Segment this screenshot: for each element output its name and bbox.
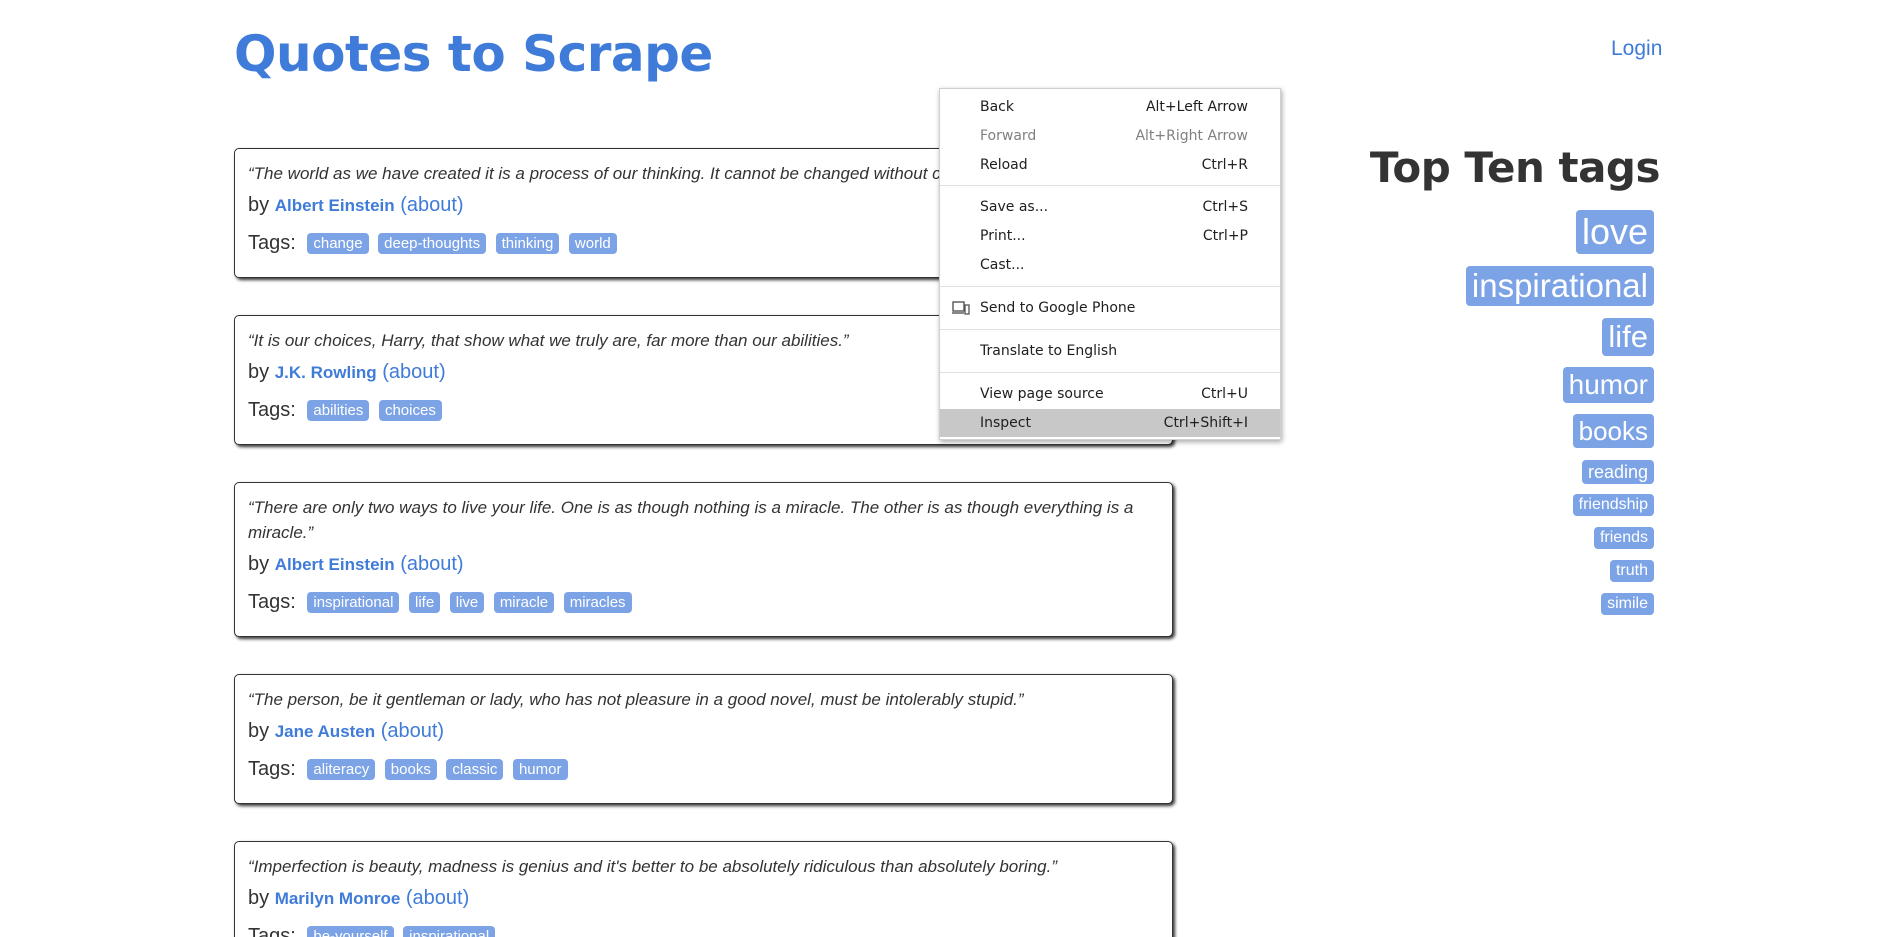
menu-item-shortcut: Ctrl+P [1202,228,1248,244]
tags-row: Tags: be-yourself inspirational [248,923,1159,937]
author-about-link[interactable]: (about) [382,361,445,383]
menu-item-shortcut: Ctrl+U [1201,386,1248,402]
tag-link[interactable]: world [568,233,617,254]
login-link[interactable]: Login [1611,37,1662,61]
tag-link[interactable]: life [408,592,441,613]
by-label: by [248,194,270,216]
tag-link[interactable]: inspirational [403,926,496,937]
top-tag-inspirational[interactable]: inspirational [1465,266,1654,306]
author-about-link[interactable]: (about) [381,720,444,742]
author-about-link[interactable]: (about) [406,887,469,909]
tags-label: Tags: [248,232,296,254]
menu-item-shortcut: Ctrl+Shift+I [1163,415,1248,431]
top-tag-life[interactable]: life [1602,318,1654,356]
tags-label: Tags: [248,758,296,780]
menu-item-shortcut: Ctrl+R [1201,157,1248,173]
menu-separator [940,329,1280,330]
tag-link[interactable]: miracles [563,592,632,613]
menu-item-label: Print... [980,228,1026,244]
menu-separator [940,185,1280,186]
tag-link[interactable]: live [449,592,485,613]
menu-item-label: Save as... [980,199,1049,215]
tags-row: Tags: inspirational life live miracle mi… [248,589,1159,615]
author-name: Albert Einstein [274,555,395,574]
menu-item-shortcut: Alt+Left Arrow [1145,99,1248,115]
top-tags-heading: Top Ten tags [1369,143,1661,192]
page: Quotes to Scrape Login “The world as we … [0,0,1896,937]
by-label: by [248,553,270,575]
by-label: by [248,720,270,742]
top-tag-friends[interactable]: friends [1593,527,1654,549]
author-about-link[interactable]: (about) [400,194,463,216]
menu-separator [940,372,1280,373]
menu-item-cast[interactable]: Cast... [940,251,1280,279]
author-name: J.K. Rowling [274,363,377,382]
menu-item-label: View page source [980,386,1104,402]
menu-item-forward[interactable]: Forward Alt+Right Arrow [940,122,1280,150]
quote-text: “There are only two ways to live your li… [248,498,1134,542]
quote-text: “The person, be it gentleman or lady, wh… [248,690,1024,709]
tags-label: Tags: [248,925,296,937]
menu-item-print[interactable]: Print... Ctrl+P [940,222,1280,250]
tags-row: Tags: aliteracy books classic humor [248,756,1159,782]
tag-link[interactable]: change [307,233,369,254]
menu-item-shortcut: Alt+Right Arrow [1135,128,1248,144]
tag-link[interactable]: be-yourself [307,926,394,937]
menu-item-translate[interactable]: Translate to English [940,337,1280,365]
top-tag-reading[interactable]: reading [1581,460,1654,484]
tag-link[interactable]: thinking [495,233,560,254]
tag-link[interactable]: classic [446,759,504,780]
tags-label: Tags: [248,591,296,613]
top-tag-truth[interactable]: truth [1609,560,1654,582]
menu-item-label: Back [980,99,1014,115]
tag-link[interactable]: books [384,759,437,780]
menu-item-view-source[interactable]: View page source Ctrl+U [940,380,1280,408]
author-name: Marilyn Monroe [274,889,401,908]
by-label: by [248,887,270,909]
tag-link[interactable]: aliteracy [307,759,376,780]
menu-separator [940,286,1280,287]
menu-item-shortcut: Ctrl+S [1202,199,1248,215]
author-about-link[interactable]: (about) [400,553,463,575]
menu-item-label: Forward [980,128,1037,144]
tag-link[interactable]: humor [512,759,568,780]
menu-item-save-as[interactable]: Save as... Ctrl+S [940,193,1280,221]
menu-item-inspect[interactable]: Inspect Ctrl+Shift+I [940,409,1280,437]
tag-link[interactable]: choices [378,400,442,421]
top-tag-love[interactable]: love [1575,210,1654,254]
menu-item-reload[interactable]: Reload Ctrl+R [940,151,1280,179]
menu-item-label: Send to Google Phone [980,300,1136,316]
tag-link[interactable]: abilities [307,400,370,421]
top-tag-friendship[interactable]: friendship [1572,494,1654,516]
quote-card: “There are only two ways to live your li… [234,482,1173,637]
menu-item-label: Inspect [980,415,1031,431]
top-tag-simile[interactable]: simile [1601,593,1654,615]
quote-byline: by Albert Einstein (about) [248,551,1159,578]
menu-item-label: Translate to English [980,343,1118,359]
quote-text: “Imperfection is beauty, madness is geni… [248,857,1057,876]
menu-item-label: Reload [980,157,1028,173]
menu-item-label: Cast... [980,257,1025,273]
quote-byline: by Jane Austen (about) [248,718,1159,745]
author-name: Jane Austen [274,722,376,741]
menu-item-back[interactable]: Back Alt+Left Arrow [940,93,1280,121]
author-name: Albert Einstein [274,196,395,215]
quote-card: “The person, be it gentleman or lady, wh… [234,674,1173,804]
menu-item-send-to-device[interactable]: Send to Google Phone [940,294,1280,322]
site-title-link[interactable]: Quotes to Scrape [234,22,713,86]
tag-link[interactable]: deep-thoughts [378,233,487,254]
tag-link[interactable]: inspirational [307,592,400,613]
by-label: by [248,361,270,383]
quote-byline: by Marilyn Monroe (about) [248,885,1159,912]
quote-card: “Imperfection is beauty, madness is geni… [234,841,1173,937]
send-to-device-icon [952,301,970,315]
context-menu: Back Alt+Left Arrow Forward Alt+Right Ar… [939,88,1281,440]
tag-link[interactable]: miracle [493,592,555,613]
tags-label: Tags: [248,399,296,421]
top-tag-books[interactable]: books [1572,414,1654,448]
top-tag-humor[interactable]: humor [1562,367,1654,403]
